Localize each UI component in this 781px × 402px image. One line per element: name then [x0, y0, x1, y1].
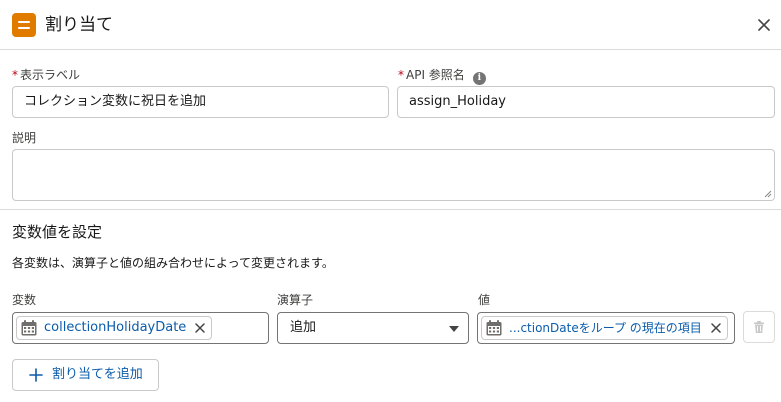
value-pill[interactable]: ...ctionDateをループ の現在の項目 — [481, 316, 728, 340]
description-field-label: 説明 — [12, 131, 37, 145]
plus-icon — [29, 368, 43, 382]
section-divider — [0, 209, 781, 210]
calendar-icon — [486, 320, 502, 336]
close-icon[interactable] — [755, 16, 773, 34]
value-pill-label: ...ctionDateをループ の現在の項目 — [509, 321, 702, 335]
delete-row-button[interactable] — [743, 311, 775, 343]
calendar-icon — [21, 320, 37, 336]
section-description: 各変数は、演算子と値の組み合わせによって変更されます。 — [12, 256, 334, 270]
description-textarea[interactable] — [12, 149, 775, 201]
label-field-label: * 表示ラベル — [12, 68, 81, 82]
required-marker: * — [12, 68, 18, 82]
operator-select[interactable]: 追加 — [277, 312, 469, 344]
clear-icon[interactable] — [709, 321, 723, 335]
value-column-label: 値 — [478, 293, 491, 307]
resize-handle-icon[interactable] — [764, 190, 772, 198]
variable-input[interactable]: collectionHolidayDate — [12, 312, 269, 344]
variable-pill[interactable]: collectionHolidayDate — [16, 316, 213, 340]
variable-pill-label: collectionHolidayDate — [44, 320, 187, 335]
api-name-input[interactable]: assign_Holiday — [397, 86, 775, 118]
operator-column-label: 演算子 — [277, 293, 314, 307]
trash-icon — [754, 321, 764, 333]
chevron-down-icon — [449, 326, 459, 332]
variable-column-label: 変数 — [12, 293, 37, 307]
operator-value: 追加 — [290, 320, 317, 335]
label-input[interactable]: コレクション変数に祝日を追加 — [12, 86, 389, 118]
value-input[interactable]: ...ctionDateをループ の現在の項目 — [477, 312, 735, 344]
add-assignment-label: 割り当てを追加 — [52, 367, 143, 382]
section-title: 変数値を設定 — [12, 223, 103, 241]
add-assignment-button[interactable]: 割り当てを追加 — [12, 359, 159, 391]
clear-icon[interactable] — [193, 321, 207, 335]
modal-title: 割り当て — [45, 15, 113, 35]
api-name-field-label: * API 参照名 i — [398, 67, 486, 85]
assignment-icon — [12, 13, 36, 37]
required-marker: * — [398, 68, 404, 82]
info-icon[interactable]: i — [472, 72, 486, 85]
modal-header: 割り当て — [0, 0, 781, 50]
